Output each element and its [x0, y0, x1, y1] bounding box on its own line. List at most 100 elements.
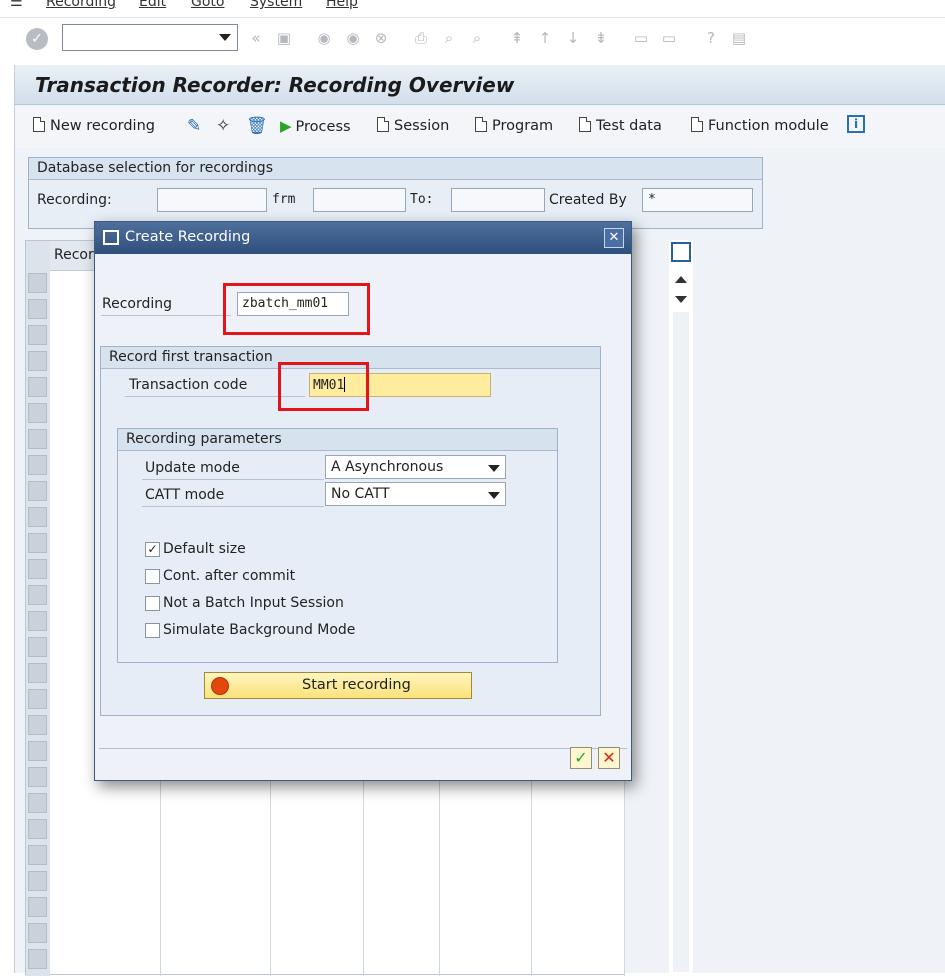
- row-selector[interactable]: [28, 325, 47, 345]
- row-selector[interactable]: [28, 767, 47, 787]
- row-selector[interactable]: [28, 923, 47, 943]
- session-button[interactable]: Session: [377, 117, 449, 134]
- scroll-down-icon[interactable]: [675, 296, 687, 303]
- row-selector[interactable]: [28, 481, 47, 501]
- last-page-icon[interactable]: ⇟: [591, 28, 611, 48]
- function-module-button[interactable]: Function module: [691, 117, 829, 134]
- label-underline: [101, 315, 231, 316]
- db-selection-header: Database selection for recordings: [29, 158, 762, 180]
- menu-system[interactable]: System: [250, 0, 302, 10]
- exit-icon[interactable]: ◉: [343, 28, 363, 48]
- shortcut-icon[interactable]: ▭: [659, 28, 679, 48]
- table-scrollbar[interactable]: [669, 240, 693, 975]
- create-recording-dialog: Create Recording ✕ Recording zbatch_mm01…: [94, 221, 632, 781]
- label-underline: [142, 479, 324, 480]
- first-page-icon[interactable]: ⇞: [507, 28, 527, 48]
- menu-goto[interactable]: Goto: [191, 0, 224, 10]
- recording-parameters-header: Recording parameters: [118, 429, 557, 451]
- menu-icon[interactable]: ☰: [10, 0, 23, 10]
- update-mode-select[interactable]: A Asynchronous: [325, 455, 506, 479]
- row-selector[interactable]: [28, 585, 47, 605]
- row-selector[interactable]: [28, 273, 47, 293]
- row-selector[interactable]: [28, 403, 47, 423]
- command-field[interactable]: [62, 24, 238, 51]
- row-selector[interactable]: [28, 559, 47, 579]
- row-selector[interactable]: [28, 793, 47, 813]
- enter-icon[interactable]: ✓: [26, 28, 48, 50]
- catt-mode-value: No CATT: [331, 486, 390, 502]
- simulate-background-checkbox[interactable]: [145, 623, 160, 638]
- recording-name-label: Recording: [102, 296, 173, 312]
- change-display-icon[interactable]: ✧: [216, 116, 230, 136]
- row-selector[interactable]: [28, 455, 47, 475]
- start-recording-label: Start recording: [302, 677, 411, 693]
- cancel-x-icon[interactable]: ✕: [598, 747, 620, 769]
- process-label: Process: [295, 119, 351, 135]
- previous-page-icon[interactable]: ↑: [535, 28, 555, 48]
- catt-mode-label: CATT mode: [145, 487, 225, 503]
- to-input[interactable]: [451, 188, 545, 212]
- delete-trash-icon[interactable]: 🗑: [246, 116, 268, 136]
- find-icon[interactable]: ⌕: [439, 28, 459, 48]
- page-title: Transaction Recorder: Recording Overview: [35, 73, 515, 97]
- back-icon[interactable]: ◉: [314, 28, 334, 48]
- row-selector[interactable]: [28, 949, 47, 969]
- row-selector[interactable]: [28, 429, 47, 449]
- table-layout-icon[interactable]: [671, 242, 691, 262]
- row-selector[interactable]: [28, 663, 47, 683]
- from-input[interactable]: [313, 188, 406, 212]
- row-selector[interactable]: [28, 741, 47, 761]
- row-selector[interactable]: [28, 871, 47, 891]
- scroll-track[interactable]: [673, 312, 689, 972]
- row-selector[interactable]: [28, 299, 47, 319]
- application-toolbar: New recording ✎ ✧ 🗑 ▶ Process Session Pro…: [15, 106, 945, 148]
- default-size-checkbox[interactable]: ✓: [145, 542, 160, 557]
- start-recording-button[interactable]: Start recording: [204, 672, 472, 699]
- chevron-down-icon[interactable]: [219, 34, 231, 41]
- row-selector[interactable]: [28, 507, 47, 527]
- row-selector[interactable]: [28, 897, 47, 917]
- process-button[interactable]: ▶ Process: [280, 117, 351, 135]
- not-batch-input-checkbox[interactable]: [145, 596, 160, 611]
- recording-filter-input[interactable]: [157, 188, 267, 212]
- print-icon[interactable]: ⎙: [411, 28, 431, 48]
- row-selector[interactable]: [28, 533, 47, 553]
- menu-edit[interactable]: Edit: [139, 0, 166, 10]
- program-button[interactable]: Program: [475, 117, 553, 134]
- close-icon[interactable]: ✕: [604, 228, 624, 248]
- customize-layout-icon[interactable]: ▤: [729, 28, 749, 48]
- document-icon: [33, 117, 45, 132]
- cancel-icon[interactable]: ⊗: [371, 28, 391, 48]
- scroll-up-icon[interactable]: [675, 276, 687, 283]
- catt-mode-select[interactable]: No CATT: [325, 482, 506, 506]
- next-page-icon[interactable]: ↓: [563, 28, 583, 48]
- find-next-icon[interactable]: ⌕: [467, 28, 487, 48]
- row-selector[interactable]: [28, 715, 47, 735]
- new-recording-button[interactable]: New recording: [33, 117, 155, 134]
- row-selector[interactable]: [28, 611, 47, 631]
- menu-recording[interactable]: Recording: [46, 0, 116, 10]
- row-selector[interactable]: [28, 637, 47, 657]
- row-selector[interactable]: [28, 351, 47, 371]
- cont-after-commit-checkbox[interactable]: [145, 569, 160, 584]
- save-icon[interactable]: ▣: [274, 28, 294, 48]
- record-icon: [211, 677, 229, 695]
- created-by-label: Created By: [549, 192, 627, 208]
- row-selector[interactable]: [28, 845, 47, 865]
- edit-pencil-icon[interactable]: ✎: [187, 116, 201, 136]
- update-mode-label: Update mode: [145, 460, 240, 476]
- row-selector[interactable]: [28, 819, 47, 839]
- info-icon[interactable]: i: [847, 115, 865, 133]
- new-session-icon[interactable]: ▭: [631, 28, 651, 48]
- back-history-icon[interactable]: «: [246, 28, 266, 48]
- column-header-recording[interactable]: Recor: [54, 247, 94, 263]
- from-label: frm: [272, 192, 296, 207]
- test-data-button[interactable]: Test data: [579, 117, 662, 134]
- confirm-check-icon[interactable]: ✓: [570, 747, 592, 769]
- menu-help[interactable]: Help: [326, 0, 358, 10]
- row-selector[interactable]: [28, 377, 47, 397]
- dialog-footer-divider: [99, 748, 627, 749]
- created-by-input[interactable]: *: [642, 188, 753, 212]
- help-icon[interactable]: ?: [701, 28, 721, 48]
- row-selector[interactable]: [28, 689, 47, 709]
